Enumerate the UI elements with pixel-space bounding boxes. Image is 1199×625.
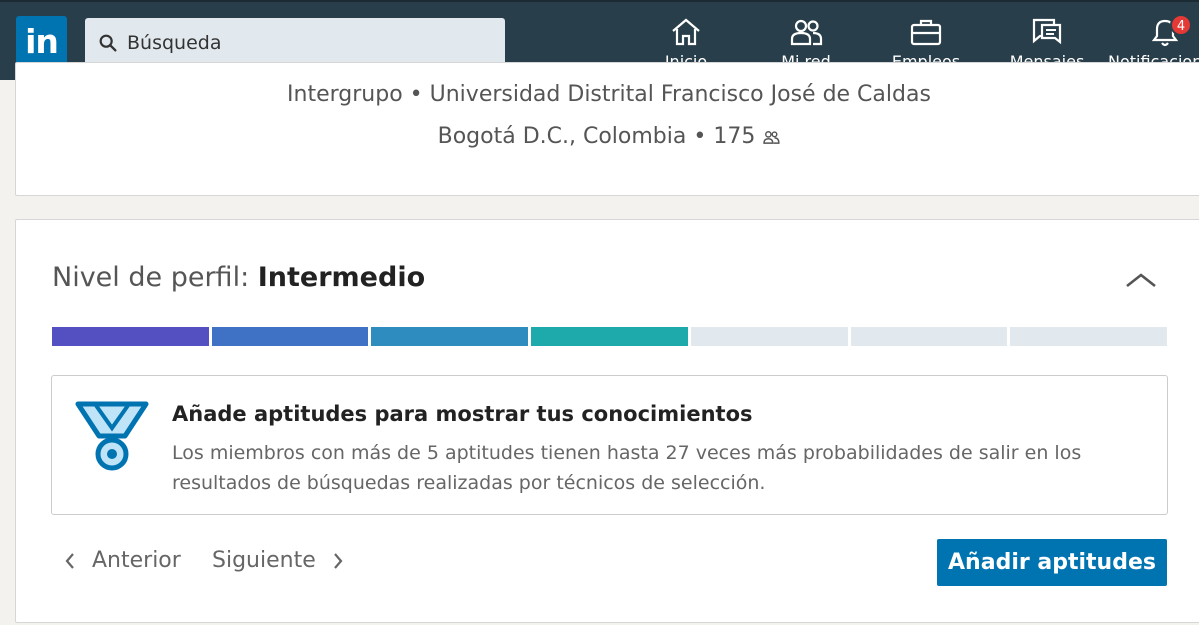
previous-label: Anterior (92, 548, 181, 573)
progress-segment-empty (1010, 327, 1168, 346)
messages-icon (1032, 18, 1062, 45)
search-box[interactable] (85, 18, 505, 68)
profile-strength-meter (52, 327, 1168, 346)
briefcase-icon (910, 19, 942, 46)
profile-strength-heading: Nivel de perfil: Intermedio (52, 262, 425, 293)
connections-icon (763, 131, 780, 144)
progress-segment-filled (211, 327, 369, 346)
progress-segment-empty (690, 327, 848, 346)
home-icon (672, 18, 700, 46)
progress-segment-filled (371, 327, 529, 346)
progress-segment-empty (850, 327, 1008, 346)
suggestion-description: Los miembros con más de 5 aptitudes tien… (172, 442, 1082, 494)
people-icon (790, 19, 823, 46)
profile-connections[interactable]: 175 (713, 124, 755, 149)
profile-location-line: Bogotá D.C., Colombia • 175 (0, 124, 1199, 149)
notification-badge: 4 (1170, 16, 1192, 36)
chevron-left-icon (65, 552, 74, 569)
progress-segment-filled (531, 327, 688, 346)
add-skills-button[interactable]: Añadir aptitudes (937, 539, 1167, 586)
suggestion-title: Añade aptitudes para mostrar tus conocim… (172, 402, 753, 426)
previous-button[interactable]: Anterior (62, 548, 181, 573)
separator-dot: • (693, 124, 714, 149)
profile-strength-label: Nivel de perfil: (52, 262, 258, 293)
profile-strength-level: Intermedio (257, 262, 426, 293)
profile-location: Bogotá D.C., Colombia (437, 124, 687, 149)
chevron-up-icon[interactable] (1124, 270, 1158, 290)
linkedin-logo[interactable]: in (16, 16, 67, 67)
medal-icon (75, 401, 149, 471)
search-icon (99, 34, 117, 52)
next-label: Siguiente (212, 548, 316, 573)
search-input[interactable] (127, 32, 487, 54)
next-button[interactable]: Siguiente (212, 548, 346, 573)
chevron-right-icon (333, 552, 343, 569)
profile-company-school: Intergrupo • Universidad Distrital Franc… (287, 82, 931, 107)
progress-segment-filled (52, 327, 209, 346)
